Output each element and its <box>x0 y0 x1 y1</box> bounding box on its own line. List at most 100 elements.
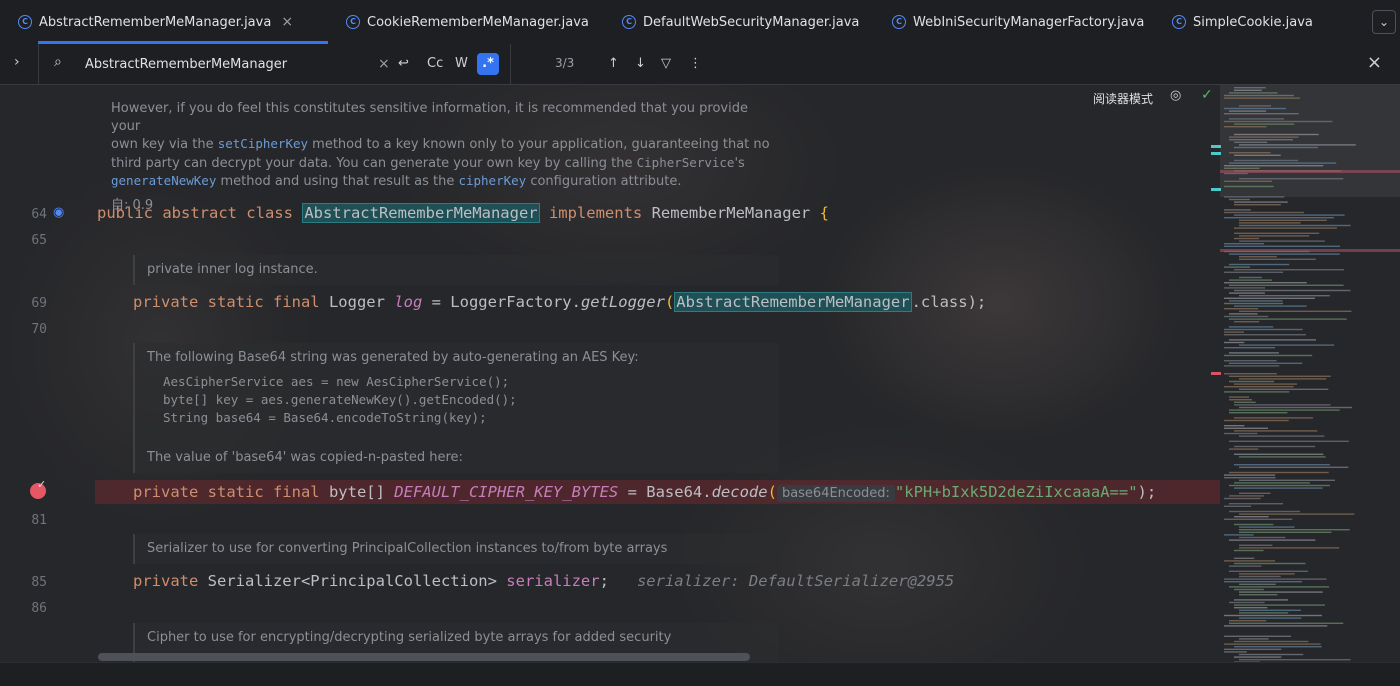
minimap-line <box>1229 448 1259 450</box>
minimap-line <box>1239 544 1273 546</box>
expand-replace-chevron-right-icon[interactable]: › <box>14 54 20 70</box>
minimap-line <box>1234 588 1264 591</box>
words-button[interactable]: W <box>455 53 468 75</box>
minimap-line <box>1239 276 1262 279</box>
tab-web-ini-security-manager-factory[interactable]: C WebIniSecurityManagerFactory.java <box>874 0 1154 44</box>
doc-text: private inner log instance. <box>147 262 318 277</box>
new-line-icon[interactable]: ↩ <box>398 53 409 75</box>
next-occurrence-arrow-down-icon[interactable]: ↓ <box>635 53 646 75</box>
minimap-line <box>1229 318 1347 320</box>
more-options-icon[interactable]: ⋮ <box>689 53 702 75</box>
minimap-line <box>1224 172 1248 175</box>
doc-link-cipher-key[interactable]: cipherKey <box>458 173 526 188</box>
javadoc-block: However, if you do feel this constitutes… <box>98 85 778 213</box>
previous-occurrence-arrow-up-icon[interactable]: ↑ <box>608 53 619 75</box>
tab-default-web-security-manager[interactable]: C DefaultWebSecurityManager.java <box>604 0 874 44</box>
doc-code: AesCipherService aes = new AesCipherServ… <box>163 374 510 389</box>
search-input[interactable] <box>85 55 365 73</box>
minimap-line <box>1229 440 1349 442</box>
minimap-line <box>1224 167 1260 169</box>
horizontal-scrollbar[interactable] <box>98 653 750 661</box>
find-result-marker[interactable] <box>1211 152 1221 155</box>
implementations-gutter-icon[interactable]: ◉ <box>53 205 64 220</box>
minimap-line <box>1224 386 1294 388</box>
code-minimap[interactable] <box>1220 85 1400 685</box>
minimap-line <box>1234 453 1324 455</box>
minimap-line <box>1224 391 1290 393</box>
doc-text: generateNewKey method and using that res… <box>111 173 682 189</box>
match-case-button[interactable]: Cc <box>427 53 443 75</box>
javadoc-block: The following Base64 string was generate… <box>133 343 779 473</box>
minimap-line <box>1234 604 1325 606</box>
close-find-bar-close-icon[interactable]: × <box>1367 52 1382 73</box>
minimap-line <box>1234 321 1260 323</box>
minimap-line <box>1224 643 1321 645</box>
minimap-line <box>1239 378 1327 380</box>
close-icon[interactable]: × <box>281 14 293 30</box>
minimap-line <box>1239 536 1286 539</box>
minimap-line <box>1229 539 1316 541</box>
minimap-line <box>1234 201 1288 203</box>
minimap-line <box>1234 404 1331 406</box>
minimap-line <box>1234 640 1309 643</box>
minimap-line <box>1224 245 1340 247</box>
code-editor[interactable]: However, if you do feel this constitutes… <box>0 85 1220 685</box>
minimap-line <box>1229 152 1271 154</box>
reader-mode-button[interactable]: 阅读器模式 <box>1093 90 1153 107</box>
minimap-line <box>1224 518 1293 520</box>
minimap-line <box>1239 219 1327 221</box>
minimap-line <box>1234 464 1330 466</box>
find-result-marker[interactable] <box>1211 188 1221 191</box>
minimap-line <box>1224 534 1254 536</box>
doc-link-generate-new-key[interactable]: generateNewKey <box>111 173 216 188</box>
code-line-logger: private static final Logger log = Logger… <box>133 292 987 312</box>
search-history-icon[interactable]: ⌕ <box>54 54 62 70</box>
regex-button[interactable]: .* <box>477 53 499 75</box>
breakpoint-marker[interactable] <box>1211 372 1221 375</box>
line-number: 70 <box>31 322 47 337</box>
tab-simple-cookie[interactable]: C SimpleCookie.java <box>1154 0 1334 44</box>
minimap-line <box>1229 279 1273 281</box>
minimap-line <box>1239 659 1351 661</box>
minimap-line <box>1234 269 1345 271</box>
minimap-line <box>1229 409 1340 411</box>
minimap-line <box>1224 243 1265 245</box>
minimap-breakpoint-line <box>1220 170 1400 173</box>
check-icon[interactable]: ✓ <box>1201 87 1213 103</box>
minimap-line <box>1229 399 1252 401</box>
tab-cookie-remember-me-manager[interactable]: C CookieRememberMeManager.java <box>328 0 604 44</box>
filter-icon[interactable]: ▽ <box>661 53 671 75</box>
eye-crossed-icon[interactable]: ◎ <box>1170 88 1181 103</box>
match-count: 3/3 <box>555 56 575 70</box>
clear-search-close-icon[interactable]: × <box>378 53 390 75</box>
tab-abstract-remember-me-manager[interactable]: C AbstractRememberMeManager.java × <box>0 0 328 44</box>
find-bar: › ⌕ × ↩ Cc W .* 3/3 ↑ ↓ ▽ ⋮ × <box>0 44 1400 85</box>
minimap-line <box>1224 347 1275 349</box>
minimap-line <box>1239 575 1281 578</box>
minimap-line <box>1224 505 1252 507</box>
class-icon: C <box>1172 15 1186 29</box>
find-result-marker[interactable] <box>1211 145 1221 148</box>
minimap-line <box>1229 412 1288 414</box>
minimap-line <box>1229 326 1274 328</box>
tab-label: WebIniSecurityManagerFactory.java <box>913 14 1145 30</box>
minimap-line <box>1229 139 1293 141</box>
doc-link-set-cipher-key[interactable]: setCipherKey <box>218 136 308 151</box>
minimap-line <box>1239 609 1301 611</box>
line-number: 65 <box>31 233 47 248</box>
minimap-line <box>1224 266 1251 268</box>
minimap-line <box>1239 638 1269 640</box>
minimap-line <box>1224 373 1277 375</box>
minimap-line <box>1239 492 1271 494</box>
minimap-line <box>1234 133 1319 136</box>
minimap-line <box>1229 503 1283 505</box>
minimap-line <box>1229 620 1267 622</box>
minimap-line <box>1234 607 1268 609</box>
minimap-line <box>1224 331 1245 333</box>
minimap-line <box>1224 334 1306 336</box>
minimap-line <box>1234 123 1295 125</box>
minimap-line <box>1224 578 1327 580</box>
tabs-overflow-chevron-down-icon[interactable]: ⌄ <box>1372 10 1396 34</box>
minimap-line <box>1239 178 1344 180</box>
minimap-line <box>1239 617 1302 619</box>
